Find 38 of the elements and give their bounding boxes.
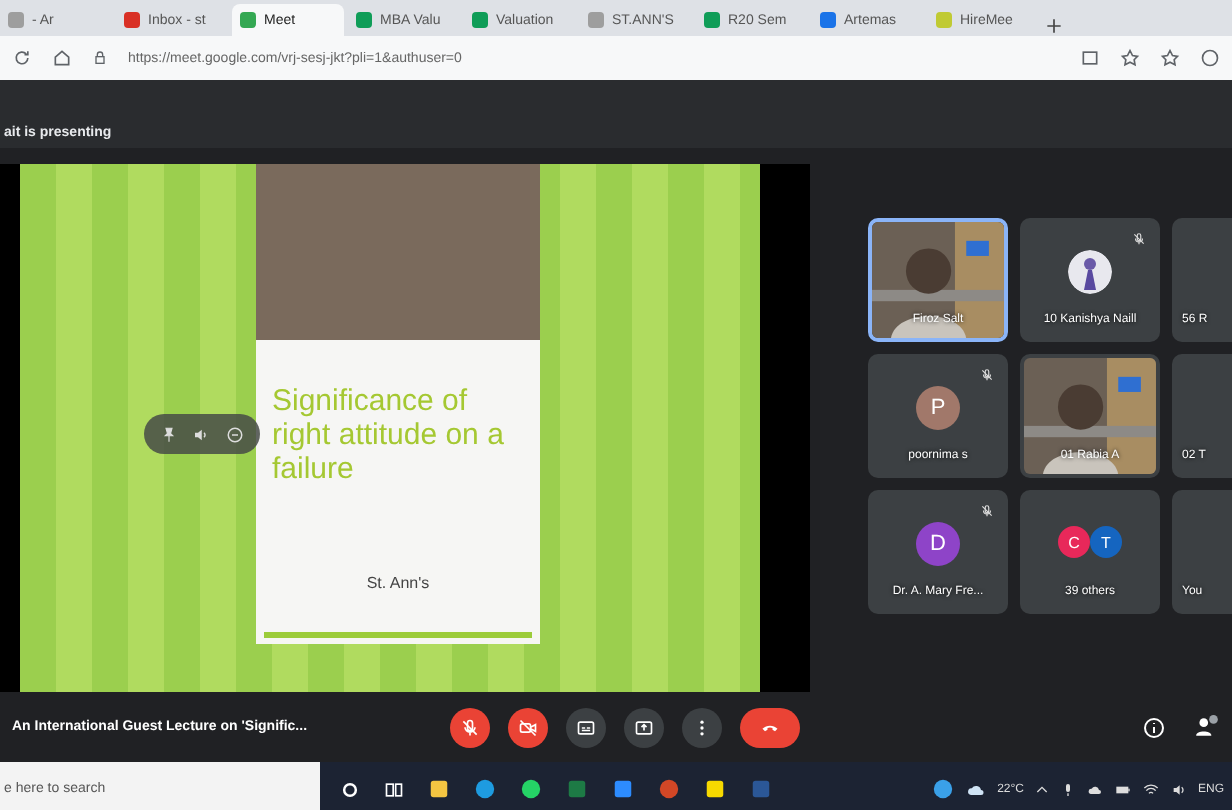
avatar-initial: T	[1090, 526, 1122, 558]
reload-icon[interactable]	[12, 48, 32, 68]
people-icon[interactable]	[1194, 714, 1220, 740]
minimize-icon[interactable]	[226, 425, 245, 443]
mic-off-icon	[460, 717, 480, 737]
pin-icon[interactable]	[159, 425, 178, 443]
camera-button[interactable]	[508, 707, 548, 747]
captions-button[interactable]	[566, 707, 606, 747]
mic-off-icon	[980, 368, 994, 382]
avatar-initial: P	[916, 386, 960, 430]
info-icon[interactable]	[1142, 715, 1166, 739]
task-view-icon[interactable]	[384, 779, 404, 799]
battery-icon[interactable]	[1113, 781, 1132, 797]
star-icon[interactable]	[1160, 48, 1180, 68]
hang-up-button[interactable]	[740, 707, 800, 747]
wifi-icon[interactable]	[1141, 781, 1160, 797]
favorites-add-icon[interactable]	[1120, 48, 1140, 68]
volume-icon[interactable]	[1169, 781, 1188, 797]
present-icon	[634, 717, 654, 737]
avatar-initial: C	[1058, 526, 1090, 558]
cloud-icon[interactable]	[1085, 781, 1104, 797]
home-icon[interactable]	[52, 48, 72, 68]
profile-icon[interactable]	[1200, 48, 1220, 68]
camera-off-icon	[518, 717, 538, 737]
mic-off-icon	[980, 504, 994, 518]
new-tab-icon[interactable]	[1044, 16, 1064, 36]
lock-icon	[92, 50, 108, 66]
slide-title: Significance of right attitude on a failure	[272, 384, 506, 486]
captions-icon	[576, 717, 596, 737]
microphone-button[interactable]	[450, 707, 490, 747]
mic-off-icon	[1132, 232, 1146, 246]
speaker-icon[interactable]	[192, 425, 211, 443]
slide-subtitle: St. Ann's	[364, 574, 432, 592]
more-button[interactable]	[682, 707, 722, 747]
reading-view-icon[interactable]	[1080, 48, 1100, 68]
present-button[interactable]	[624, 707, 664, 747]
chevron-up-icon[interactable]	[1033, 781, 1050, 797]
avatar-initial: D	[916, 522, 960, 566]
